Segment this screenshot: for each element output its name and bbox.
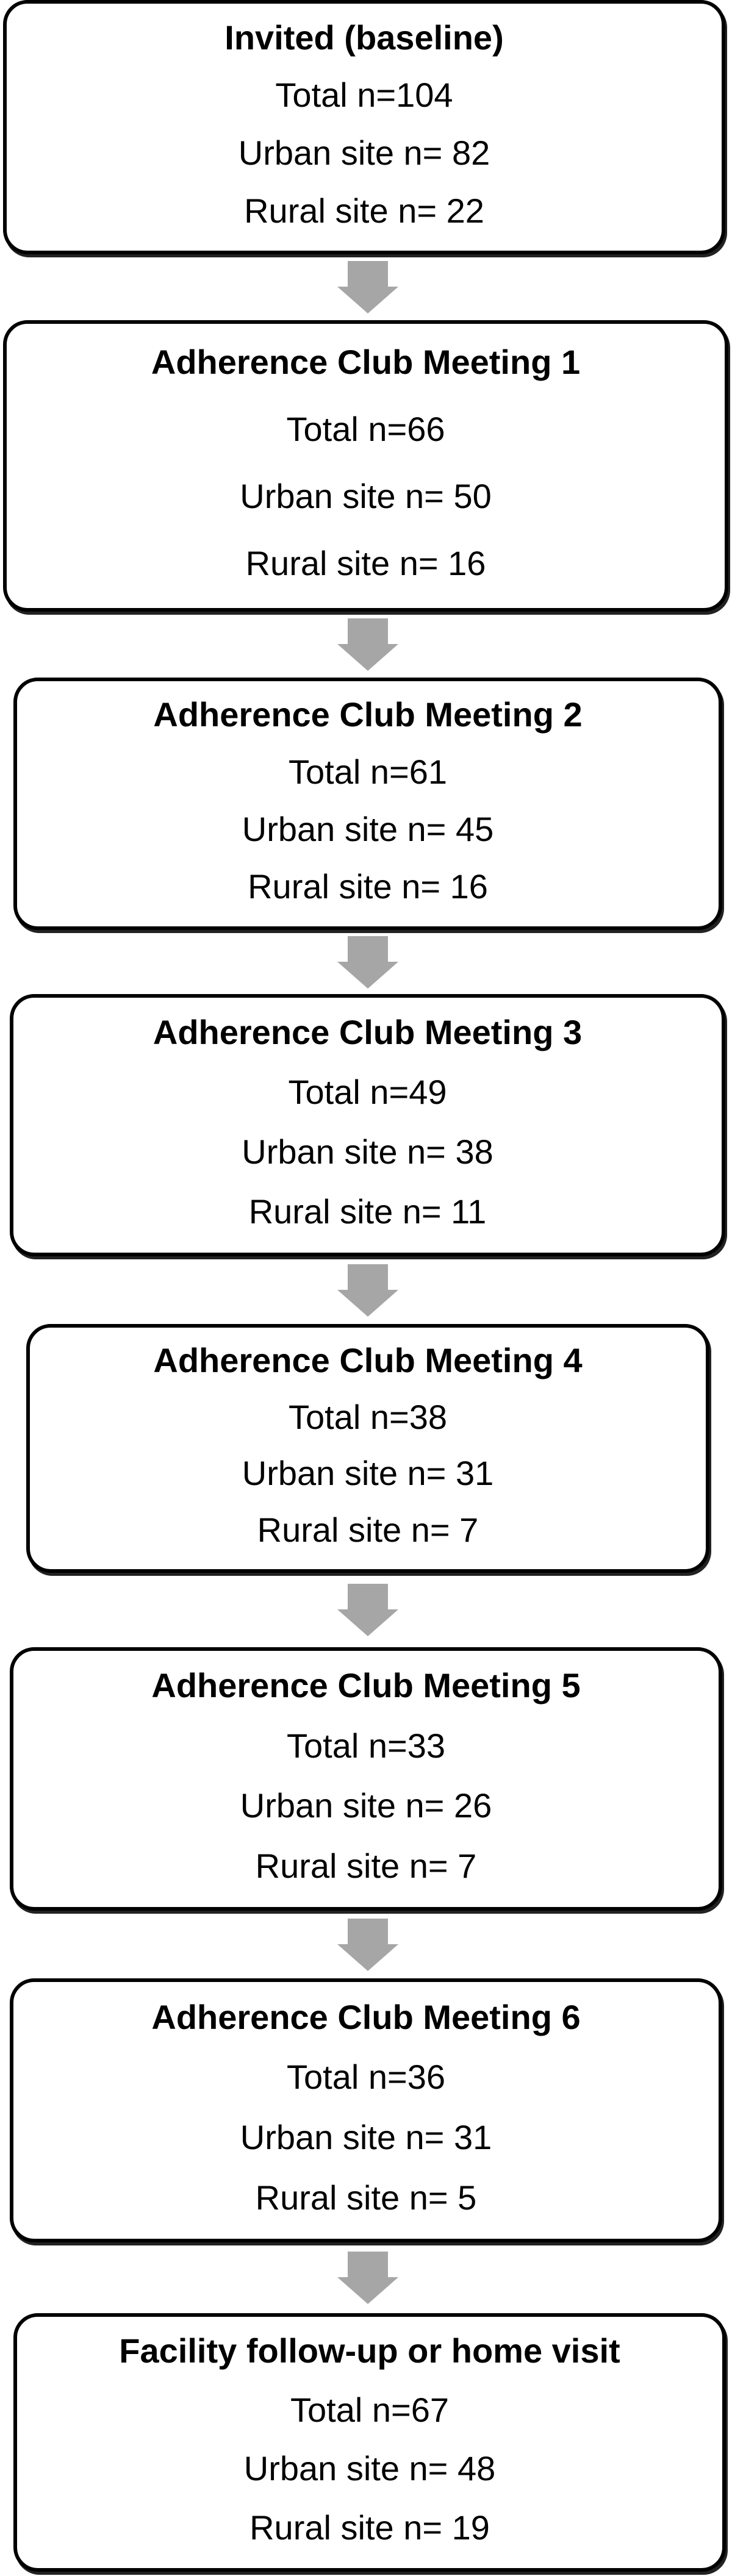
flow-box: Adherence Club Meeting 3 Total n=49 Urban … bbox=[10, 994, 725, 1256]
box-title: Adherence Club Meeting 6 bbox=[151, 1997, 581, 2036]
box-rural: Rural site n= 22 bbox=[244, 191, 484, 230]
down-arrow-icon bbox=[337, 2252, 398, 2304]
box-urban: Urban site n= 50 bbox=[240, 477, 492, 516]
box-urban: Urban site n= 31 bbox=[242, 1454, 494, 1493]
box-title: Facility follow-up or home visit bbox=[119, 2331, 620, 2370]
down-arrow-icon bbox=[337, 261, 398, 313]
box-rural: Rural site n= 7 bbox=[255, 1846, 477, 1885]
box-urban: Urban site n= 82 bbox=[238, 134, 490, 173]
box-total: Total n=67 bbox=[290, 2390, 449, 2429]
down-arrow-icon bbox=[337, 1264, 398, 1317]
flow-box: Invited (baseline) Total n=104 Urban site … bbox=[3, 0, 725, 254]
box-title: Adherence Club Meeting 1 bbox=[151, 343, 581, 382]
down-arrow-icon bbox=[337, 618, 398, 671]
box-urban: Urban site n= 45 bbox=[242, 810, 494, 849]
box-total: Total n=61 bbox=[289, 753, 447, 792]
down-arrow-icon bbox=[337, 1584, 398, 1636]
box-title: Adherence Club Meeting 3 bbox=[152, 1013, 583, 1052]
flow-box: Adherence Club Meeting 1 Total n=66 Urban … bbox=[3, 320, 728, 612]
box-rural: Rural site n= 11 bbox=[248, 1192, 487, 1231]
box-urban: Urban site n= 26 bbox=[240, 1786, 492, 1825]
flow-box: Adherence Club Meeting 4 Total n=38 Urban … bbox=[26, 1324, 709, 1573]
down-arrow-icon bbox=[337, 936, 398, 989]
flow-box: Facility follow-up or home visit Total n=… bbox=[13, 2313, 726, 2572]
box-total: Total n=49 bbox=[288, 1073, 447, 1112]
box-total: Total n=38 bbox=[289, 1397, 447, 1436]
box-rural: Rural site n= 16 bbox=[248, 867, 488, 906]
box-title: Adherence Club Meeting 5 bbox=[151, 1666, 581, 1705]
flow-box: Adherence Club Meeting 2 Total n=61 Urban … bbox=[13, 678, 722, 930]
box-title: Invited (baseline) bbox=[224, 18, 504, 57]
box-title: Adherence Club Meeting 2 bbox=[153, 695, 583, 734]
box-urban: Urban site n= 31 bbox=[240, 2118, 492, 2157]
box-title: Adherence Club Meeting 4 bbox=[153, 1341, 583, 1380]
box-total: Total n=33 bbox=[287, 1726, 445, 1765]
flow-box: Adherence Club Meeting 5 Total n=33 Urban … bbox=[10, 1647, 722, 1911]
box-rural: Rural site n= 16 bbox=[245, 544, 486, 583]
box-total: Total n=36 bbox=[287, 2058, 445, 2097]
box-total: Total n=104 bbox=[275, 76, 453, 115]
box-rural: Rural site n= 19 bbox=[249, 2508, 490, 2547]
box-urban: Urban site n= 38 bbox=[242, 1132, 493, 1172]
down-arrow-icon bbox=[337, 1918, 398, 1971]
box-urban: Urban site n= 48 bbox=[243, 2449, 496, 2488]
box-rural: Rural site n= 7 bbox=[257, 1510, 479, 1549]
flow-box: Adherence Club Meeting 6 Total n=36 Urban … bbox=[10, 1978, 722, 2242]
box-rural: Rural site n= 5 bbox=[255, 2178, 477, 2217]
box-total: Total n=66 bbox=[286, 410, 445, 449]
